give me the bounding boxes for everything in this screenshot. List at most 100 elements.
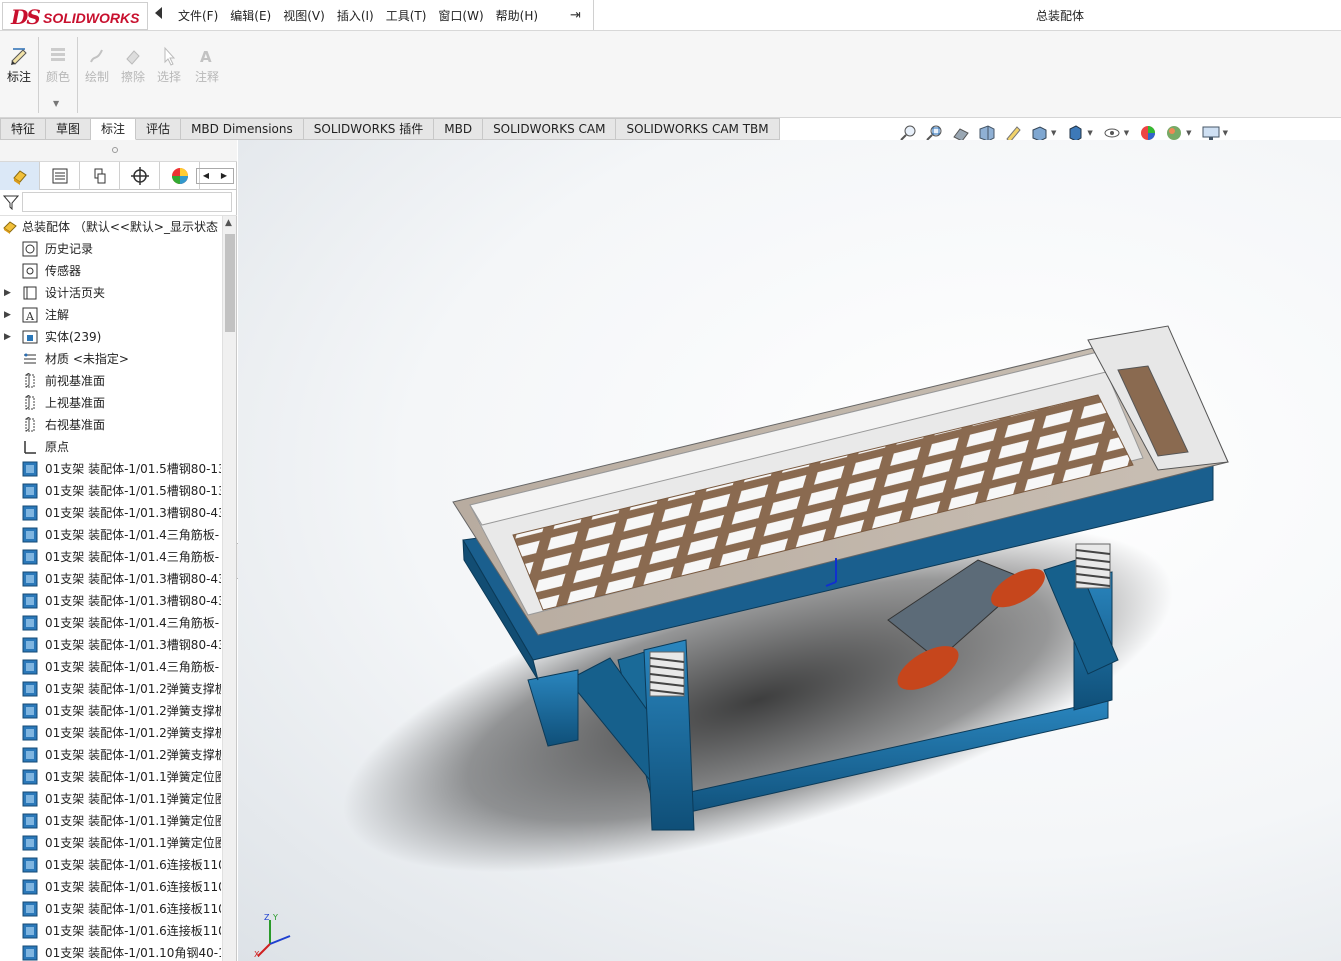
tree-item[interactable]: 材质 <未指定>	[0, 348, 222, 370]
tree-item[interactable]: 01支架 装配体-1/01.4三角筋板-	[0, 612, 222, 634]
command-tab[interactable]: MBD Dimensions	[181, 118, 304, 140]
expand-arrow-icon[interactable]: ▶	[4, 326, 11, 348]
tree-item[interactable]: 01支架 装配体-1/01.4三角筋板-	[0, 524, 222, 546]
tree-item[interactable]: 01支架 装配体-1/01.6连接板110	[0, 898, 222, 920]
menu-item[interactable]: 插入(I)	[331, 7, 380, 24]
tree-item[interactable]: 历史记录	[0, 238, 222, 260]
menu-item[interactable]: 视图(V)	[277, 7, 331, 24]
expand-arrow-icon[interactable]: ▶	[4, 304, 11, 326]
tree-scrollbar[interactable]: ▲	[222, 216, 236, 961]
filter-icon[interactable]	[3, 194, 19, 210]
expand-arrow-icon[interactable]: ▶	[4, 282, 11, 304]
color-button[interactable]: 颜色	[40, 45, 76, 85]
menu-item[interactable]: 文件(F)	[172, 7, 224, 24]
smart-dimension-button[interactable]: 标注	[1, 45, 37, 85]
select-button[interactable]: 选择	[151, 45, 187, 85]
tree-item-label: 01支架 装配体-1/01.4三角筋板-	[45, 528, 220, 542]
tree-item[interactable]: 01支架 装配体-1/01.5槽钢80-13	[0, 458, 222, 480]
tree-item[interactable]: 01支架 装配体-1/01.2弹簧支撑板	[0, 678, 222, 700]
panel-grip[interactable]	[0, 140, 237, 162]
tree-item[interactable]: 01支架 装配体-1/01.2弹簧支撑板	[0, 700, 222, 722]
tree-item[interactable]: 01支架 装配体-1/01.3槽钢80-43	[0, 590, 222, 612]
scroll-right-icon[interactable]: ▶	[215, 169, 233, 183]
command-tab[interactable]: SOLIDWORKS 插件	[303, 118, 435, 140]
scroll-thumb[interactable]	[225, 234, 235, 332]
command-tab[interactable]: 评估	[136, 118, 182, 140]
display-manager-tab[interactable]	[160, 162, 200, 190]
chevron-down-icon[interactable]: ▼	[1087, 129, 1092, 137]
chevron-down-icon[interactable]: ▼	[53, 99, 59, 108]
filter-bar	[0, 190, 237, 216]
tree-item[interactable]: 01支架 装配体-1/01.1弹簧定位圈	[0, 766, 222, 788]
tree-item[interactable]: 01支架 装配体-1/01.4三角筋板-	[0, 546, 222, 568]
tree-item[interactable]: 01支架 装配体-1/01.6连接板110	[0, 854, 222, 876]
tree-item[interactable]: ▶ 实体(239)	[0, 326, 222, 348]
command-tab[interactable]: SOLIDWORKS CAM TBM	[616, 118, 780, 140]
history-icon	[22, 241, 38, 257]
tree-item[interactable]: 上视基准面	[0, 392, 222, 414]
part-icon	[22, 593, 38, 609]
chevron-down-icon[interactable]: ▼	[1186, 129, 1191, 137]
part-icon	[22, 901, 38, 917]
plane-icon	[25, 395, 35, 410]
configuration-manager-tab[interactable]	[80, 162, 120, 190]
tree-item[interactable]: 01支架 装配体-1/01.3槽钢80-43	[0, 634, 222, 656]
menu-item[interactable]: 帮助(H)	[490, 7, 544, 24]
tree-item[interactable]: 01支架 装配体-1/01.6连接板110	[0, 920, 222, 942]
chevron-down-icon[interactable]: ▼	[1051, 129, 1056, 137]
tree-item[interactable]: ▶ 设计活页夹	[0, 282, 222, 304]
tree-item[interactable]: 01支架 装配体-1/01.2弹簧支撑板	[0, 744, 222, 766]
assembly-model[interactable]	[238, 140, 1341, 961]
pin-menu-icon[interactable]: ⇥	[570, 8, 581, 23]
part-icon	[22, 813, 38, 829]
eraser-icon	[126, 50, 140, 65]
annotation-button[interactable]: A 注释	[189, 45, 225, 85]
scroll-left-icon[interactable]: ◀	[197, 169, 215, 183]
tree-item-label: 前视基准面	[45, 374, 106, 388]
tree-item[interactable]: 右视基准面	[0, 414, 222, 436]
tree-item[interactable]: 前视基准面	[0, 370, 222, 392]
scroll-up-icon[interactable]: ▲	[225, 218, 232, 228]
chevron-down-icon[interactable]: ▼	[1124, 129, 1129, 137]
tree-item[interactable]: 01支架 装配体-1/01.10角钢40-1	[0, 942, 222, 961]
command-tab[interactable]: MBD	[434, 118, 484, 140]
erase-button[interactable]: 擦除	[115, 45, 151, 85]
tree-item[interactable]: 01支架 装配体-1/01.5槽钢80-13	[0, 480, 222, 502]
part-icon	[22, 769, 38, 785]
tree-item-label: 01支架 装配体-1/01.3槽钢80-43	[45, 506, 221, 520]
dimxpert-manager-tab[interactable]	[120, 162, 160, 190]
feature-manager-tab[interactable]	[0, 162, 40, 190]
title-bar: DS SOLIDWORKS 文件(F) 编辑(E) 视图(V) 插入(I) 工具(T) 窗…	[0, 0, 1341, 31]
tree-item[interactable]: ▶ A 注解	[0, 304, 222, 326]
solidworks-logo[interactable]: DS SOLIDWORKS	[2, 2, 148, 30]
tab-scroll-nav[interactable]: ◀ ▶	[196, 168, 234, 184]
menu-collapse-icon[interactable]	[155, 7, 162, 19]
menu-item[interactable]: 编辑(E)	[224, 7, 277, 24]
tree-item[interactable]: 01支架 装配体-1/01.2弹簧支撑板	[0, 722, 222, 744]
tree-item[interactable]: 01支架 装配体-1/01.1弹簧定位圈	[0, 832, 222, 854]
tree-item[interactable]: 传感器	[0, 260, 222, 282]
graphics-area[interactable]: Z Y X	[238, 140, 1341, 961]
tree-item[interactable]: 原点	[0, 436, 222, 458]
tree-item[interactable]: 01支架 装配体-1/01.1弹簧定位圈	[0, 788, 222, 810]
tree-item[interactable]: 01支架 装配体-1/01.3槽钢80-43	[0, 502, 222, 524]
command-tab[interactable]: SOLIDWORKS CAM	[483, 118, 617, 140]
design-binder-icon	[23, 286, 37, 300]
menu-item[interactable]: 工具(T)	[380, 7, 433, 24]
tree-root[interactable]: 总装配体 （默认<<默认>_显示状态 1>）	[0, 216, 222, 238]
tree-item-label: 材质 <未指定>	[45, 352, 129, 366]
menu-item[interactable]: 窗口(W)	[432, 7, 489, 24]
part-icon	[22, 857, 38, 873]
property-manager-tab[interactable]	[40, 162, 80, 190]
tree-item[interactable]: 01支架 装配体-1/01.1弹簧定位圈	[0, 810, 222, 832]
tree-item[interactable]: 01支架 装配体-1/01.6连接板110	[0, 876, 222, 898]
filter-input[interactable]	[22, 192, 232, 212]
tree-item[interactable]: 01支架 装配体-1/01.3槽钢80-43	[0, 568, 222, 590]
command-tab[interactable]: 标注	[91, 118, 137, 140]
command-tab[interactable]: 草图	[46, 118, 92, 140]
command-tab[interactable]: 特征	[0, 118, 47, 140]
tree-item[interactable]: 01支架 装配体-1/01.4三角筋板-	[0, 656, 222, 678]
tree-item-label: 原点	[45, 440, 70, 454]
chevron-down-icon[interactable]: ▼	[1223, 129, 1228, 137]
draw-button[interactable]: 绘制	[79, 45, 115, 85]
